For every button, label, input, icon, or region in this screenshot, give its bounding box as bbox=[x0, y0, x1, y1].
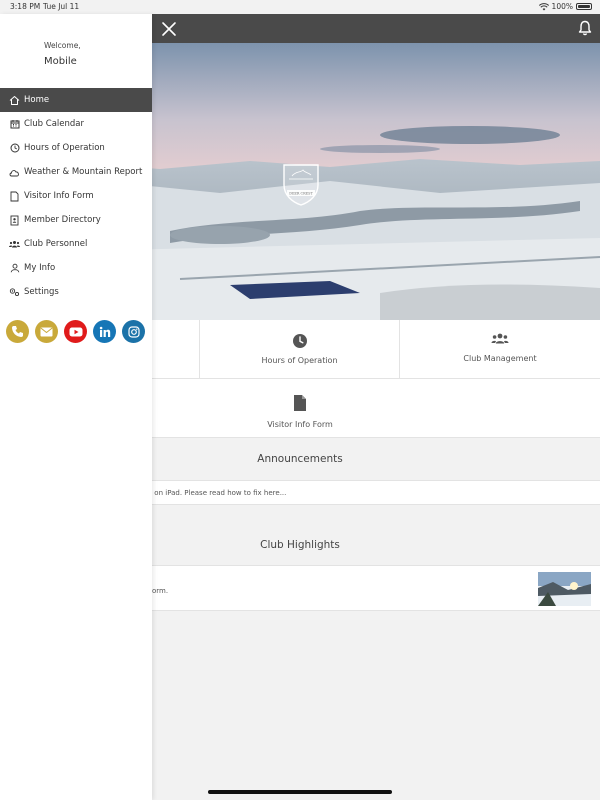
address-book-icon bbox=[9, 215, 20, 226]
wifi-icon bbox=[538, 2, 549, 10]
menu-item-label: Settings bbox=[24, 287, 59, 297]
username: Mobile bbox=[44, 56, 77, 67]
home-icon bbox=[9, 95, 20, 106]
menu-item-club-personnel[interactable]: Club Personnel bbox=[0, 232, 152, 256]
battery-icon bbox=[576, 3, 592, 10]
calendar-icon bbox=[9, 119, 20, 130]
phone-icon bbox=[12, 326, 23, 337]
clock-icon bbox=[9, 143, 20, 154]
menu-item-label: Home bbox=[24, 95, 50, 105]
tile-club-management[interactable]: Club Management bbox=[400, 320, 600, 379]
club-logo: DEER CREST bbox=[283, 164, 319, 206]
document-icon bbox=[9, 191, 20, 202]
menu-item-label: My Info bbox=[24, 263, 56, 273]
drawer-menu: Home Club Calendar Hours of Operation We… bbox=[0, 88, 152, 304]
tile-hours-of-operation[interactable]: Hours of Operation bbox=[200, 320, 400, 379]
menu-item-hours-of-operation[interactable]: Hours of Operation bbox=[0, 136, 152, 160]
highlight-text: orm. bbox=[152, 587, 169, 595]
phone-button[interactable] bbox=[6, 320, 29, 343]
menu-item-label: Visitor Info Form bbox=[24, 191, 94, 201]
status-date: Tue Jul 11 bbox=[43, 2, 80, 11]
home-indicator bbox=[208, 790, 392, 794]
tile-hours-label: Hours of Operation bbox=[261, 356, 338, 365]
settings-icon bbox=[9, 287, 20, 298]
user-icon bbox=[9, 263, 20, 274]
menu-item-label: Member Directory bbox=[24, 215, 101, 225]
menu-item-label: Weather & Mountain Report bbox=[24, 167, 143, 177]
menu-item-settings[interactable]: Settings bbox=[0, 280, 152, 304]
status-bar: 3:18 PM Tue Jul 11 100% bbox=[0, 0, 600, 14]
linkedin-button[interactable] bbox=[93, 320, 116, 343]
email-icon bbox=[40, 327, 53, 336]
menu-item-label: Hours of Operation bbox=[24, 143, 105, 153]
youtube-icon bbox=[69, 327, 82, 336]
logo-text: DEER CREST bbox=[289, 192, 313, 196]
welcome-label: Welcome, bbox=[44, 41, 81, 50]
highlight-thumbnail bbox=[538, 572, 591, 606]
menu-item-member-directory[interactable]: Member Directory bbox=[0, 208, 152, 232]
people-icon bbox=[491, 333, 509, 344]
status-right: 100% bbox=[538, 2, 592, 11]
email-button[interactable] bbox=[35, 320, 58, 343]
social-links bbox=[6, 320, 145, 343]
menu-item-home[interactable]: Home bbox=[0, 88, 152, 112]
menu-item-label: Club Personnel bbox=[24, 239, 88, 249]
battery-percent: 100% bbox=[551, 2, 573, 11]
linkedin-icon bbox=[99, 326, 110, 337]
bell-icon[interactable] bbox=[576, 19, 594, 37]
announcement-text: ns on iPad. Please read how to fix here.… bbox=[144, 489, 287, 497]
tile-club-management-label: Club Management bbox=[463, 354, 537, 363]
menu-item-visitor-info-form[interactable]: Visitor Info Form bbox=[0, 184, 152, 208]
menu-item-my-info[interactable]: My Info bbox=[0, 256, 152, 280]
menu-item-club-calendar[interactable]: Club Calendar bbox=[0, 112, 152, 136]
close-icon[interactable] bbox=[160, 20, 178, 38]
instagram-icon bbox=[127, 325, 140, 338]
clock-icon bbox=[292, 334, 307, 348]
side-drawer: Welcome, Mobile Home Club Calendar Hours… bbox=[0, 14, 152, 800]
menu-item-label: Club Calendar bbox=[24, 119, 85, 129]
document-icon bbox=[294, 395, 306, 411]
cloud-icon bbox=[9, 167, 20, 178]
status-time: 3:18 PM bbox=[10, 2, 41, 11]
menu-item-weather-mountain-report[interactable]: Weather & Mountain Report bbox=[0, 160, 152, 184]
instagram-button[interactable] bbox=[122, 320, 145, 343]
youtube-button[interactable] bbox=[64, 320, 87, 343]
people-icon bbox=[9, 239, 20, 250]
